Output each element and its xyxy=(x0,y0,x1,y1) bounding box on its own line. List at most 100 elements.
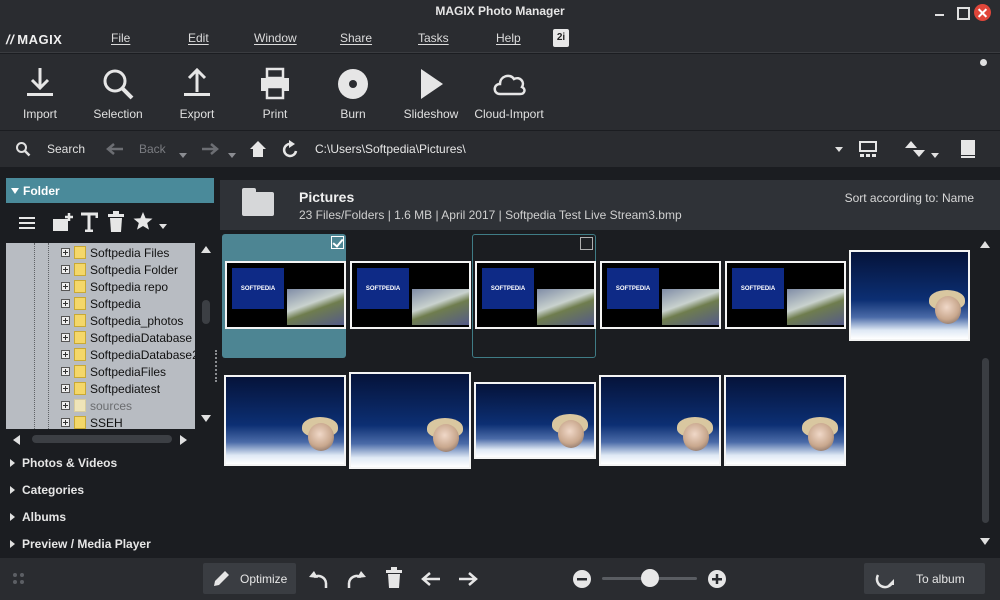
thumbnail-image[interactable] xyxy=(599,375,721,466)
previous-arrow-icon[interactable] xyxy=(420,571,442,587)
folder-tree-hscrollbar[interactable] xyxy=(6,432,195,446)
minimize-icon[interactable] xyxy=(932,4,948,20)
print-button[interactable]: Print xyxy=(235,64,315,121)
sort-dropdown-icon[interactable] xyxy=(931,153,939,158)
tree-item[interactable]: SSEH xyxy=(6,414,195,429)
menu-edit[interactable]: Edit xyxy=(188,31,209,45)
thumbnail-image[interactable] xyxy=(474,382,596,459)
expand-icon[interactable] xyxy=(61,265,70,274)
details-panel-icon[interactable] xyxy=(959,139,977,159)
next-arrow-icon[interactable] xyxy=(457,571,479,587)
menu-tasks[interactable]: Tasks xyxy=(418,31,449,45)
expand-icon[interactable] xyxy=(61,248,70,257)
favorite-star-icon[interactable] xyxy=(132,211,154,231)
menu-window[interactable]: Window xyxy=(254,31,297,45)
search-icon[interactable] xyxy=(15,141,31,157)
zoom-slider-handle[interactable] xyxy=(640,569,659,587)
scroll-thumb[interactable] xyxy=(202,300,210,324)
section-photos-videos[interactable]: Photos & Videos xyxy=(8,456,117,470)
trash-icon[interactable] xyxy=(107,211,125,233)
search-label[interactable]: Search xyxy=(47,142,85,156)
scroll-right-icon[interactable] xyxy=(180,435,188,445)
folder-tree-scrollbar[interactable] xyxy=(198,243,214,429)
tree-item[interactable]: SoftpediaDatabase2 xyxy=(6,346,195,363)
expand-icon[interactable] xyxy=(61,350,70,359)
maximize-icon[interactable] xyxy=(954,4,970,20)
tree-item[interactable]: Softpedia Files xyxy=(6,244,195,261)
section-categories[interactable]: Categories xyxy=(8,483,84,497)
new-folder-icon[interactable] xyxy=(52,211,74,233)
scroll-thumb[interactable] xyxy=(982,358,989,523)
info-icon[interactable]: 2i xyxy=(553,29,569,47)
expand-icon[interactable] xyxy=(61,384,70,393)
close-icon[interactable] xyxy=(974,4,991,21)
tree-item[interactable]: SoftpediaFiles xyxy=(6,363,195,380)
folder-tree[interactable]: Softpedia Files Softpedia Folder Softpedia… xyxy=(6,243,195,429)
hscroll-thumb[interactable] xyxy=(32,435,172,443)
expand-icon[interactable] xyxy=(61,299,70,308)
thumbnail-image[interactable] xyxy=(724,375,846,466)
tree-item[interactable]: SoftpediaDatabase xyxy=(6,329,195,346)
rotate-left-icon[interactable] xyxy=(308,567,330,589)
tree-item[interactable]: sources xyxy=(6,397,195,414)
expand-icon[interactable] xyxy=(61,282,70,291)
list-menu-icon[interactable] xyxy=(18,214,36,232)
back-arrow-icon[interactable] xyxy=(105,142,125,156)
thumbnail-scrollbar[interactable] xyxy=(978,238,992,550)
tree-item[interactable]: Softpedia xyxy=(6,295,195,312)
forward-arrow-icon[interactable] xyxy=(200,142,220,156)
tree-item[interactable]: Softpedia Folder xyxy=(6,261,195,278)
thumbnail-image[interactable]: SOFTPEDIA xyxy=(475,261,596,329)
delete-icon[interactable] xyxy=(385,567,403,589)
forward-dropdown-icon[interactable] xyxy=(228,153,236,158)
expand-icon[interactable] xyxy=(61,316,70,325)
menu-share[interactable]: Share xyxy=(340,31,372,45)
zoom-in-icon[interactable] xyxy=(707,569,727,589)
home-icon[interactable] xyxy=(249,140,267,158)
to-album-button[interactable]: To album xyxy=(864,563,985,594)
favorite-dropdown-icon[interactable] xyxy=(159,224,167,229)
slideshow-button[interactable]: Slideshow xyxy=(391,64,471,121)
select-checkbox[interactable] xyxy=(580,237,593,250)
thumbnail-image[interactable]: SOFTPEDIA xyxy=(225,261,346,329)
grip-icon[interactable] xyxy=(12,572,26,586)
path-dropdown-icon[interactable] xyxy=(835,147,843,152)
tree-item[interactable]: Softpediatest xyxy=(6,380,195,397)
selection-button[interactable]: Selection xyxy=(78,64,158,121)
section-albums[interactable]: Albums xyxy=(8,510,66,524)
scroll-up-icon[interactable] xyxy=(201,245,211,253)
thumbnail-image[interactable]: SOFTPEDIA xyxy=(600,261,721,329)
toolbar-options-icon[interactable] xyxy=(980,59,987,66)
refresh-icon[interactable] xyxy=(282,139,300,159)
export-button[interactable]: Export xyxy=(157,64,237,121)
sort-icon[interactable] xyxy=(903,139,927,159)
folder-section-header[interactable]: Folder xyxy=(6,178,214,203)
thumbnail-image[interactable]: SOFTPEDIA xyxy=(725,261,846,329)
rotate-right-icon[interactable] xyxy=(345,567,367,589)
panel-splitter[interactable] xyxy=(215,350,218,382)
back-dropdown-icon[interactable] xyxy=(179,153,187,158)
thumbnail-image[interactable] xyxy=(224,375,346,466)
back-label[interactable]: Back xyxy=(139,142,166,156)
thumbnail-image[interactable] xyxy=(849,250,970,341)
sort-label[interactable]: Sort according to: Name xyxy=(845,191,974,205)
expand-icon[interactable] xyxy=(61,367,70,376)
scroll-left-icon[interactable] xyxy=(12,435,20,445)
expand-icon[interactable] xyxy=(61,418,70,427)
thumbnail-image[interactable]: SOFTPEDIA xyxy=(350,261,471,329)
tree-item[interactable]: Softpedia repo xyxy=(6,278,195,295)
expand-icon[interactable] xyxy=(61,401,70,410)
expand-icon[interactable] xyxy=(61,333,70,342)
select-checkbox[interactable] xyxy=(331,236,344,249)
import-button[interactable]: Import xyxy=(0,64,80,121)
scroll-down-icon[interactable] xyxy=(980,538,990,546)
scroll-up-icon[interactable] xyxy=(980,240,990,248)
path-field[interactable]: C:\Users\Softpedia\Pictures\ xyxy=(315,142,466,156)
menu-help[interactable]: Help xyxy=(496,31,521,45)
thumbnail-image[interactable] xyxy=(349,372,471,469)
view-mode-icon[interactable] xyxy=(858,140,878,158)
rename-icon[interactable] xyxy=(80,212,98,232)
cloud-import-button[interactable]: Cloud-Import xyxy=(469,64,549,121)
menu-file[interactable]: File xyxy=(111,31,130,45)
optimize-button[interactable]: Optimize xyxy=(203,563,296,594)
